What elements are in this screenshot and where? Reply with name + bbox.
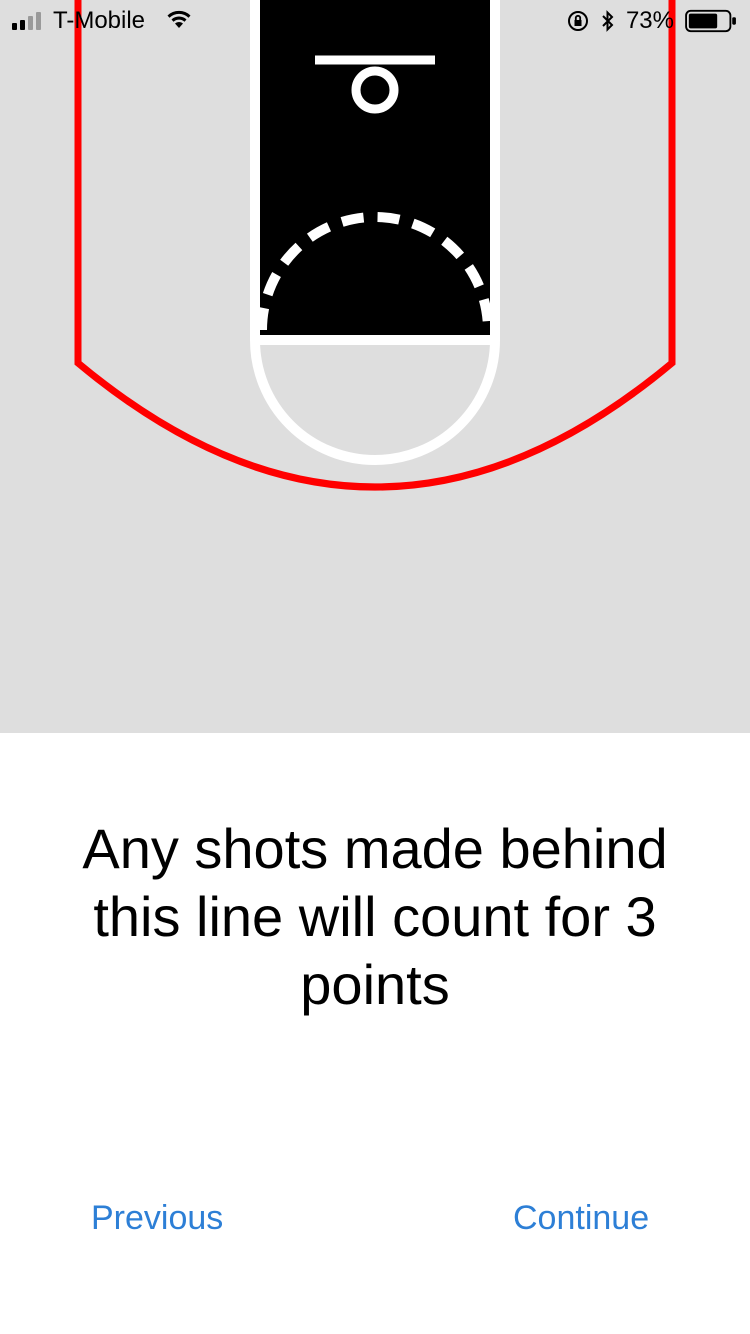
bluetooth-icon (602, 10, 614, 32)
court-diagram (0, 0, 750, 733)
paint-key (260, 0, 490, 335)
screen: T-Mobile 73% Any shots made behind this … (0, 0, 750, 1334)
battery-icon (685, 9, 736, 33)
battery-percentage: 73% (625, 7, 674, 34)
status-bar: T-Mobile 73% (0, 0, 750, 40)
continue-button[interactable]: Continue (513, 1196, 649, 1240)
instruction-message: Any shots made behind this line will cou… (82, 817, 668, 1016)
signal-strength-icon (12, 12, 41, 30)
status-right-group: 73% (566, 7, 738, 35)
orientation-lock-icon (567, 11, 588, 31)
previous-button[interactable]: Previous (91, 1196, 223, 1240)
wifi-icon (167, 10, 191, 28)
court-svg (74, 0, 676, 491)
carrier-label: T-Mobile (53, 7, 146, 34)
